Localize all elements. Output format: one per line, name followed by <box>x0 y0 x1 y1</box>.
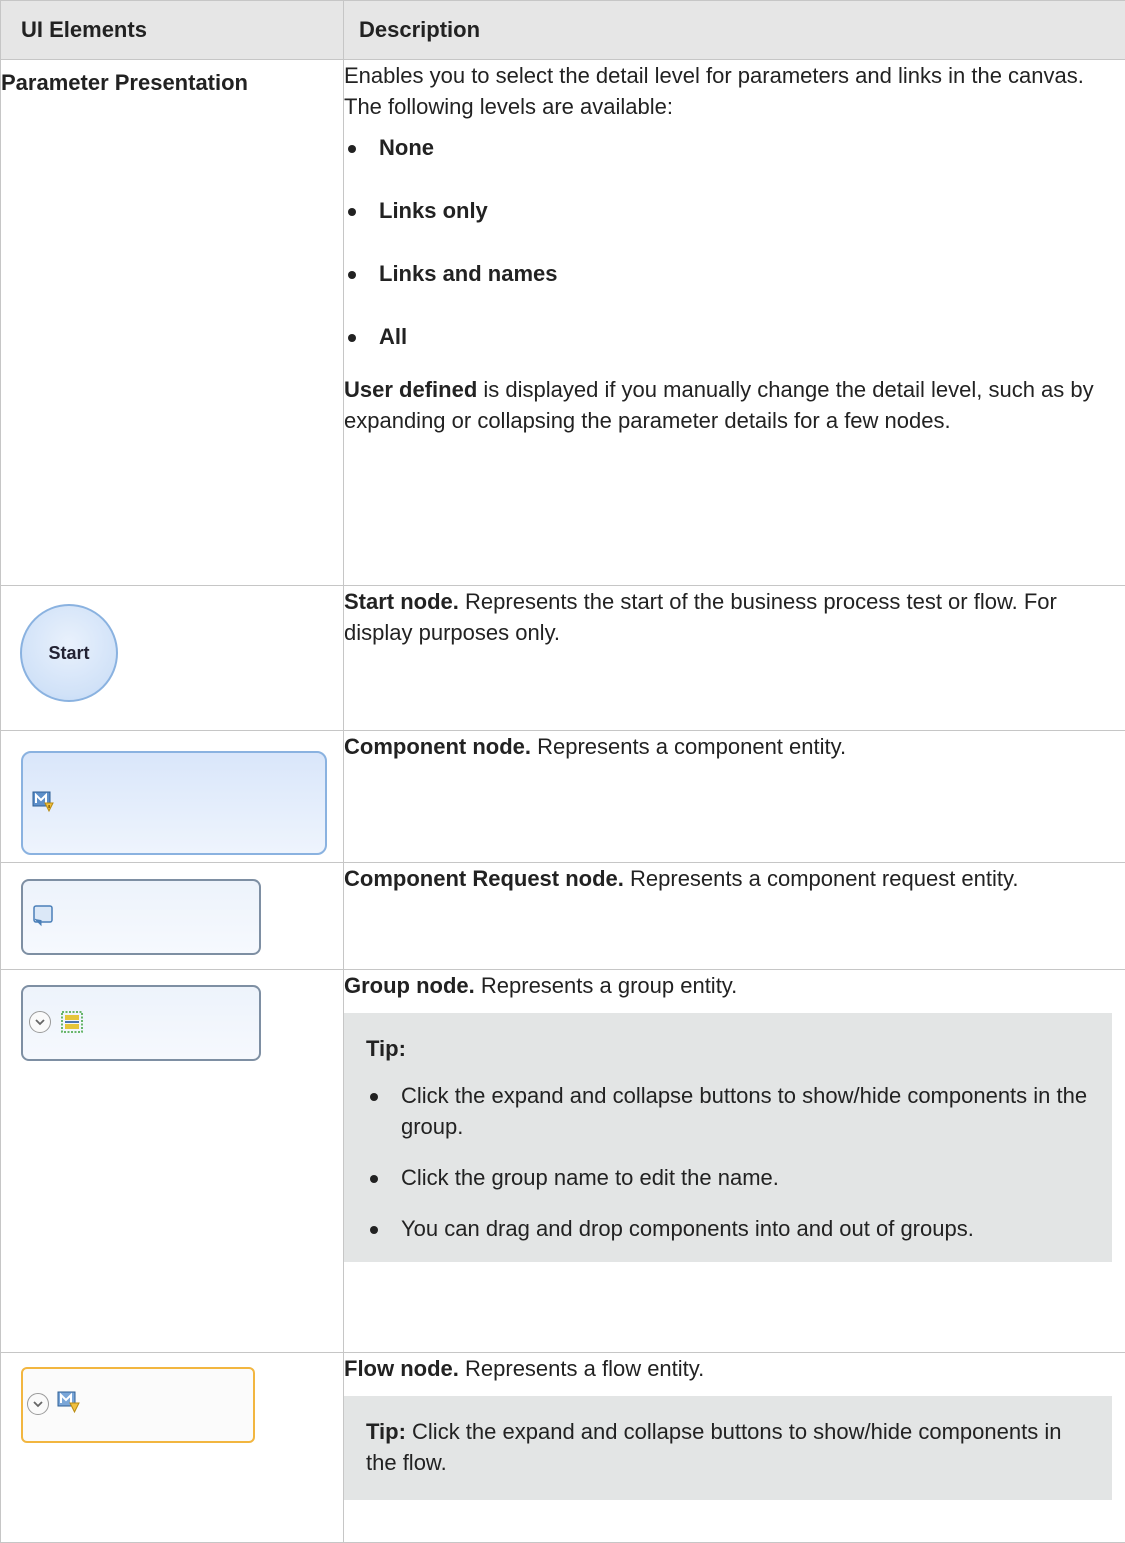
group-tip-box: Tip: Click the expand and collapse butto… <box>344 1013 1112 1262</box>
group-tip-item: Click the expand and collapse buttons to… <box>366 1080 1090 1142</box>
group-tip-item: Click the group name to edit the name. <box>366 1162 1090 1193</box>
level-links-and-names: Links and names <box>344 258 1125 289</box>
group-icon <box>59 1009 85 1035</box>
flow-icon <box>55 1389 83 1417</box>
flow-tip-box: Tip: Click the expand and collapse butto… <box>344 1396 1112 1500</box>
expand-collapse-icon[interactable] <box>27 1393 49 1415</box>
group-node-description: Group node. Represents a group entity. <box>344 970 1112 1001</box>
flow-node-description: Flow node. Represents a flow entity. <box>344 1353 1112 1384</box>
group-tip-item: You can drag and drop components into an… <box>366 1213 1090 1244</box>
component-node-description: Component node. Represents a component e… <box>344 731 1125 762</box>
table-row: Flow node. Represents a flow entity. Tip… <box>1 1353 1125 1543</box>
header-description: Description <box>344 1 1125 60</box>
table-row: Group node. Represents a group entity. T… <box>1 970 1125 1353</box>
flow-node-image <box>21 1367 255 1443</box>
start-node-label: Start <box>48 643 89 664</box>
start-node-image: Start <box>20 604 118 702</box>
component-request-node-image <box>21 879 261 955</box>
component-icon <box>31 789 57 815</box>
component-node-image <box>21 751 327 855</box>
component-request-node-description: Component Request node. Represents a com… <box>344 863 1125 894</box>
table-row: Component Request node. Represents a com… <box>1 863 1125 970</box>
row-name-parameter-presentation: Parameter Presentation <box>1 70 343 96</box>
level-links-only: Links only <box>344 195 1125 226</box>
table-header-row: UI Elements Description <box>1 1 1125 60</box>
ui-elements-table: UI Elements Description Parameter Presen… <box>0 0 1125 1543</box>
table-row: Parameter Presentation Enables you to se… <box>1 60 1125 586</box>
expand-collapse-icon[interactable] <box>29 1011 51 1033</box>
group-tips-list: Click the expand and collapse buttons to… <box>366 1080 1090 1244</box>
start-node-description: Start node. Represents the start of the … <box>344 586 1125 648</box>
table-row: Component node. Represents a component e… <box>1 731 1125 863</box>
flow-tip-text: Click the expand and collapse buttons to… <box>366 1419 1061 1475</box>
group-tip-label: Tip: <box>366 1033 1090 1064</box>
header-ui-elements: UI Elements <box>1 1 344 60</box>
level-all: All <box>344 321 1125 352</box>
param-intro: Enables you to select the detail level f… <box>344 60 1125 122</box>
group-node-image <box>21 985 261 1061</box>
level-none: None <box>344 132 1125 163</box>
flow-tip-label: Tip: <box>366 1419 406 1444</box>
detail-levels-list: None Links only Links and names All <box>344 132 1125 352</box>
component-request-icon <box>31 903 57 929</box>
table-row: Start Start node. Represents the start o… <box>1 586 1125 731</box>
user-defined-note: User defined is displayed if you manuall… <box>344 374 1125 436</box>
